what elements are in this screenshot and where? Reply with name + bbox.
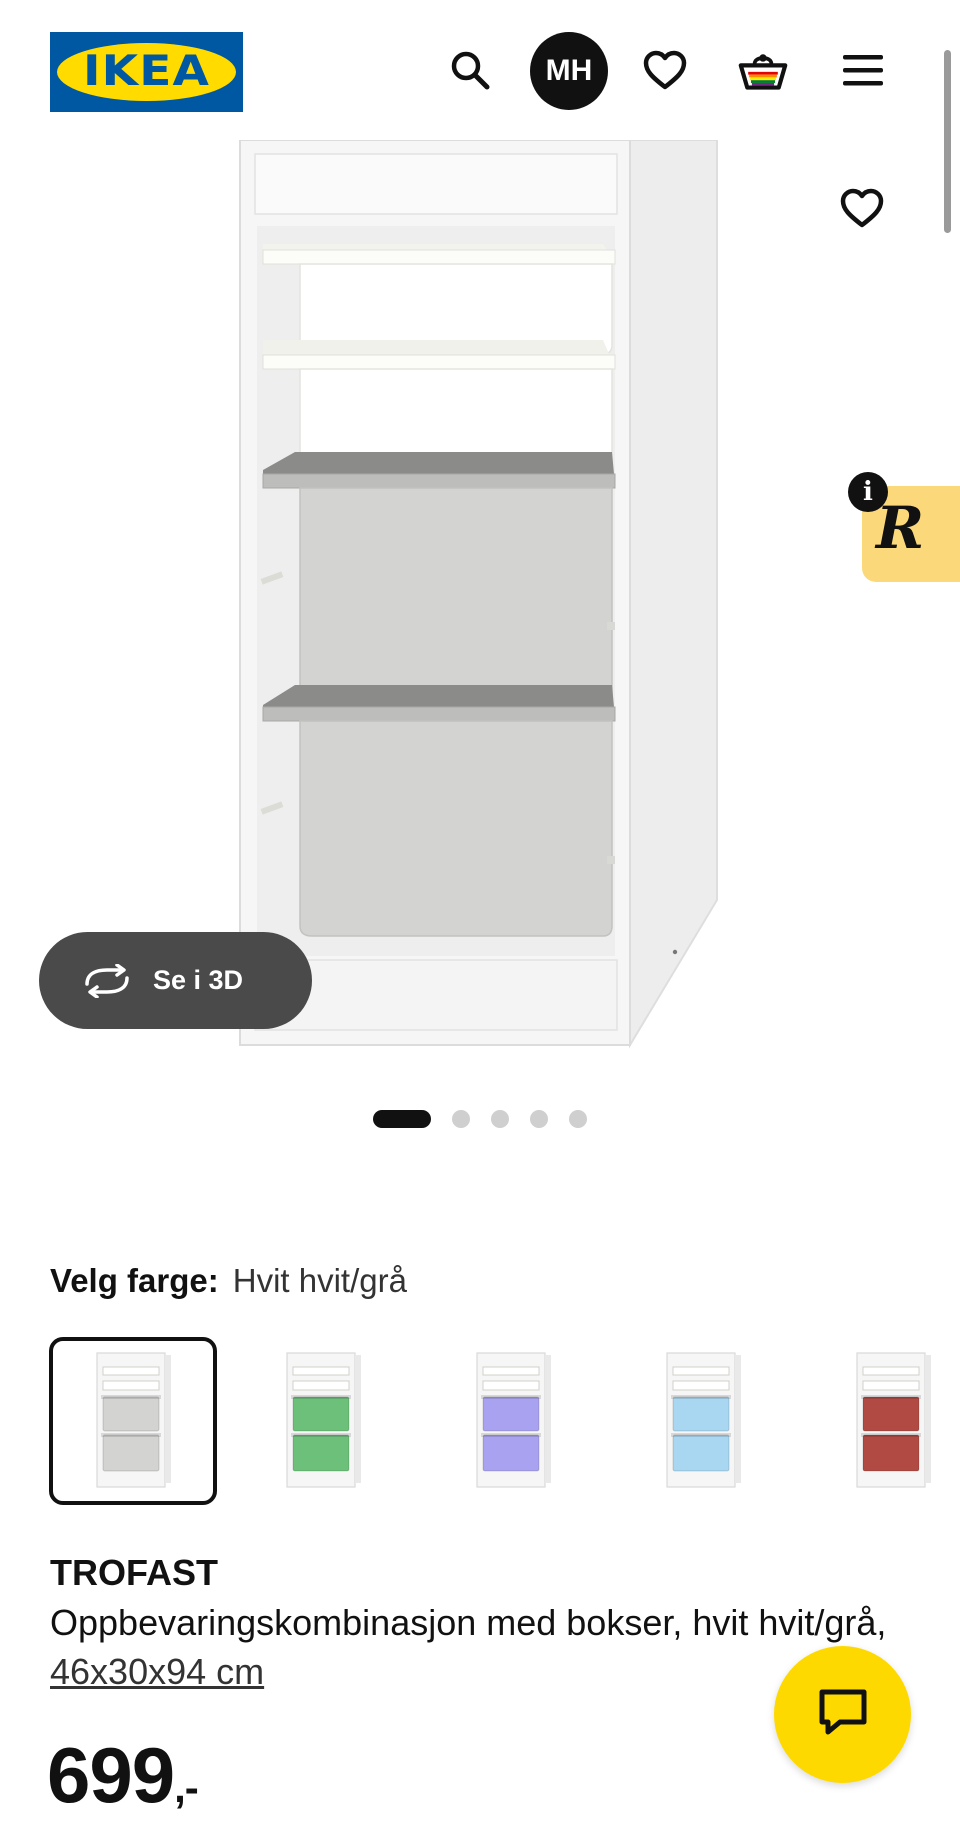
chat-bubble-icon — [818, 1688, 868, 1741]
swatch-shelf-thumbnail — [666, 1352, 741, 1488]
info-icon[interactable]: i — [848, 472, 888, 512]
price-suffix: ,- — [174, 1764, 199, 1811]
gallery-dot[interactable] — [491, 1110, 509, 1128]
search-icon[interactable] — [445, 45, 495, 95]
gallery-dot[interactable] — [569, 1110, 587, 1128]
swatch-shelf-thumbnail — [96, 1352, 171, 1488]
swatch-shelf-thumbnail — [856, 1352, 931, 1488]
color-swatch[interactable] — [429, 1337, 597, 1505]
product-name: TROFAST — [50, 1552, 218, 1593]
gallery-dot[interactable] — [530, 1110, 548, 1128]
color-swatch[interactable] — [239, 1337, 407, 1505]
swatch-shelf-thumbnail — [476, 1352, 551, 1488]
save-to-list-icon[interactable] — [834, 180, 890, 236]
view-in-3d-label: Se i 3D — [153, 965, 244, 995]
rotate-3d-icon — [81, 961, 135, 1001]
user-avatar[interactable]: MH — [530, 32, 608, 110]
color-choice-label: Velg farge: — [50, 1262, 219, 1299]
logo-text: IKEA — [83, 46, 210, 95]
color-choice-row: Velg farge: Hvit hvit/grå — [50, 1262, 407, 1300]
menu-icon[interactable] — [838, 45, 888, 95]
cart-icon[interactable] — [738, 45, 788, 95]
price-value: 699 — [47, 1731, 175, 1819]
color-swatches — [49, 1337, 960, 1507]
gallery-dot[interactable] — [373, 1110, 431, 1128]
product-dimensions-link[interactable]: 46x30x94 cm — [50, 1651, 264, 1692]
gallery-dot[interactable] — [452, 1110, 470, 1128]
view-in-3d-button[interactable]: Se i 3D — [39, 932, 312, 1029]
color-swatch[interactable] — [49, 1337, 217, 1505]
product-price: 699,- — [47, 1730, 199, 1821]
product-description-text: Oppbevaringskombinasjon med bokser, hvit… — [50, 1602, 887, 1643]
swatch-shelf-thumbnail — [286, 1352, 361, 1488]
product-description: Oppbevaringskombinasjon med bokser, hvit… — [50, 1598, 890, 1696]
gallery-pagination — [373, 1107, 608, 1131]
ikea-logo[interactable]: IKEA — [50, 32, 243, 112]
color-swatch[interactable] — [809, 1337, 960, 1505]
top-header: IKEA MH — [0, 0, 960, 140]
color-choice-value: Hvit hvit/grå — [232, 1262, 407, 1299]
favourites-icon[interactable] — [640, 45, 690, 95]
color-swatch[interactable] — [619, 1337, 787, 1505]
chat-button[interactable] — [774, 1646, 911, 1783]
